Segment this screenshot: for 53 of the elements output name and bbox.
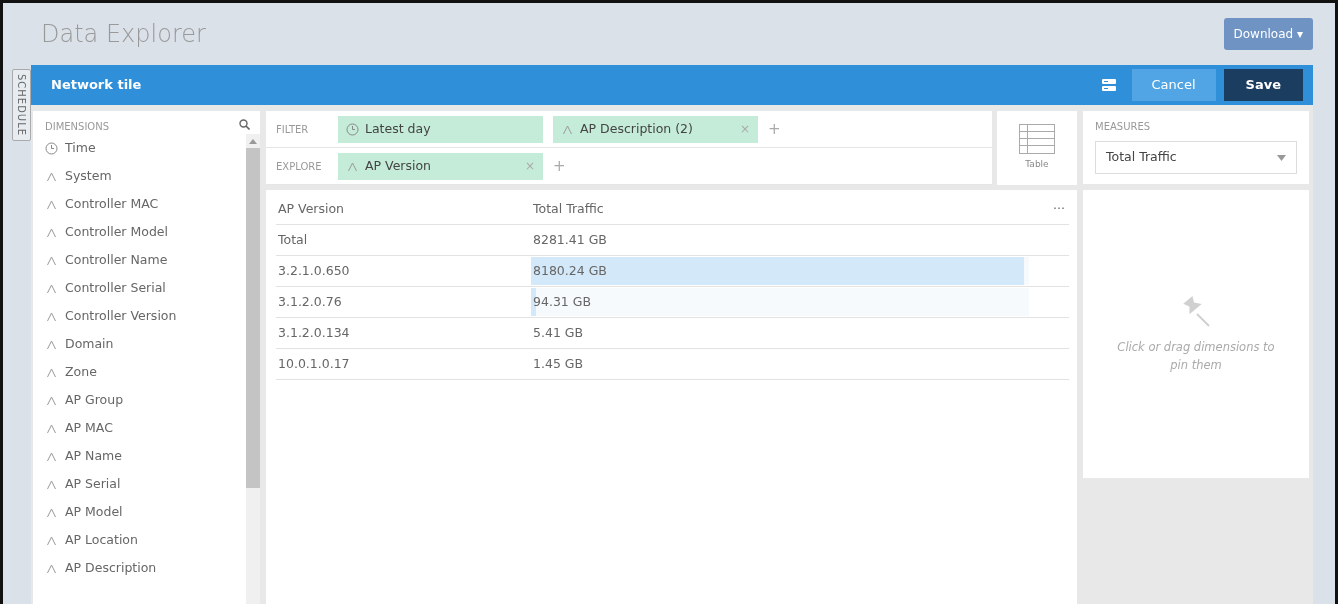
dimension-item[interactable]: Time (45, 134, 242, 162)
clock-icon (45, 141, 58, 155)
table-cell-text: Total (277, 230, 309, 249)
filter-pill[interactable]: AP Description (2) × (553, 115, 758, 143)
scrollbar-thumb[interactable] (246, 148, 260, 488)
column-header: AP Version (277, 199, 346, 218)
table-cell-text: 3.2.1.0.650 (277, 261, 351, 280)
page-title: Data Explorer (41, 19, 206, 50)
pin-hint: Click or drag dimensions to pin them (1116, 338, 1276, 374)
measures-heading: MEASURES (1095, 120, 1152, 134)
dimension-item[interactable]: Controller Serial (45, 274, 242, 302)
table-cell-text: 94.31 GB (532, 292, 592, 311)
dimension-item[interactable]: AP MAC (45, 414, 242, 442)
column-header: Total Traffic (532, 199, 604, 218)
table-cell-text: 5.41 GB (532, 323, 584, 342)
table-cell-text: 3.1.2.0.76 (277, 292, 343, 311)
scrollbar[interactable] (246, 134, 260, 604)
filter-pill[interactable]: Latest day (338, 115, 543, 143)
save-button[interactable]: Save (1223, 69, 1303, 101)
layout-icon[interactable] (1101, 79, 1116, 91)
dimension-item[interactable]: AP Name (45, 442, 242, 470)
dimension-item[interactable]: AP Serial (45, 470, 242, 498)
dimension-item[interactable]: System (45, 162, 242, 190)
explore-label: EXPLORE (276, 159, 323, 174)
table-cell-text: 8281.41 GB (532, 230, 607, 249)
dimension-item[interactable]: Zone (45, 358, 242, 386)
dimension-item[interactable]: AP Model (45, 498, 242, 526)
view-label: Table (1025, 158, 1049, 172)
tile-title: Network tile (51, 76, 143, 95)
table-cell-text: 10.0.1.0.17 (277, 354, 351, 373)
dimension-item[interactable]: Controller MAC (45, 190, 242, 218)
dimension-item[interactable]: AP Location (45, 526, 242, 554)
table-icon[interactable] (1019, 124, 1055, 155)
dimension-item[interactable]: Domain (45, 330, 242, 358)
table-cell-text: 1.45 GB (532, 354, 584, 373)
dimension-item[interactable]: Controller Model (45, 218, 242, 246)
measure-dropdown[interactable]: Total Traffic (1095, 141, 1297, 174)
table-cell-text: 8180.24 GB (532, 261, 607, 280)
filter-label: FILTER (276, 122, 310, 137)
search-icon[interactable] (239, 119, 250, 130)
clock-icon (346, 122, 359, 136)
dimension-item[interactable]: Controller Name (45, 246, 242, 274)
download-button[interactable]: Download ▾ (1223, 18, 1313, 50)
dimensions-heading: DIMENSIONS (45, 120, 110, 134)
dimension-item[interactable]: AP Description (45, 554, 242, 582)
dimension-item[interactable]: Controller Version (45, 302, 242, 330)
dimension-item[interactable]: AP Group (45, 386, 242, 414)
table-cell-text: 3.1.2.0.134 (277, 323, 351, 342)
scroll-up-icon[interactable] (249, 138, 257, 144)
more-icon[interactable]: ··· (1051, 199, 1065, 219)
schedule-tab[interactable]: SCHEDULE (11, 69, 31, 142)
caret-icon (1277, 154, 1286, 161)
filter-pill[interactable]: AP Version × (338, 152, 543, 180)
